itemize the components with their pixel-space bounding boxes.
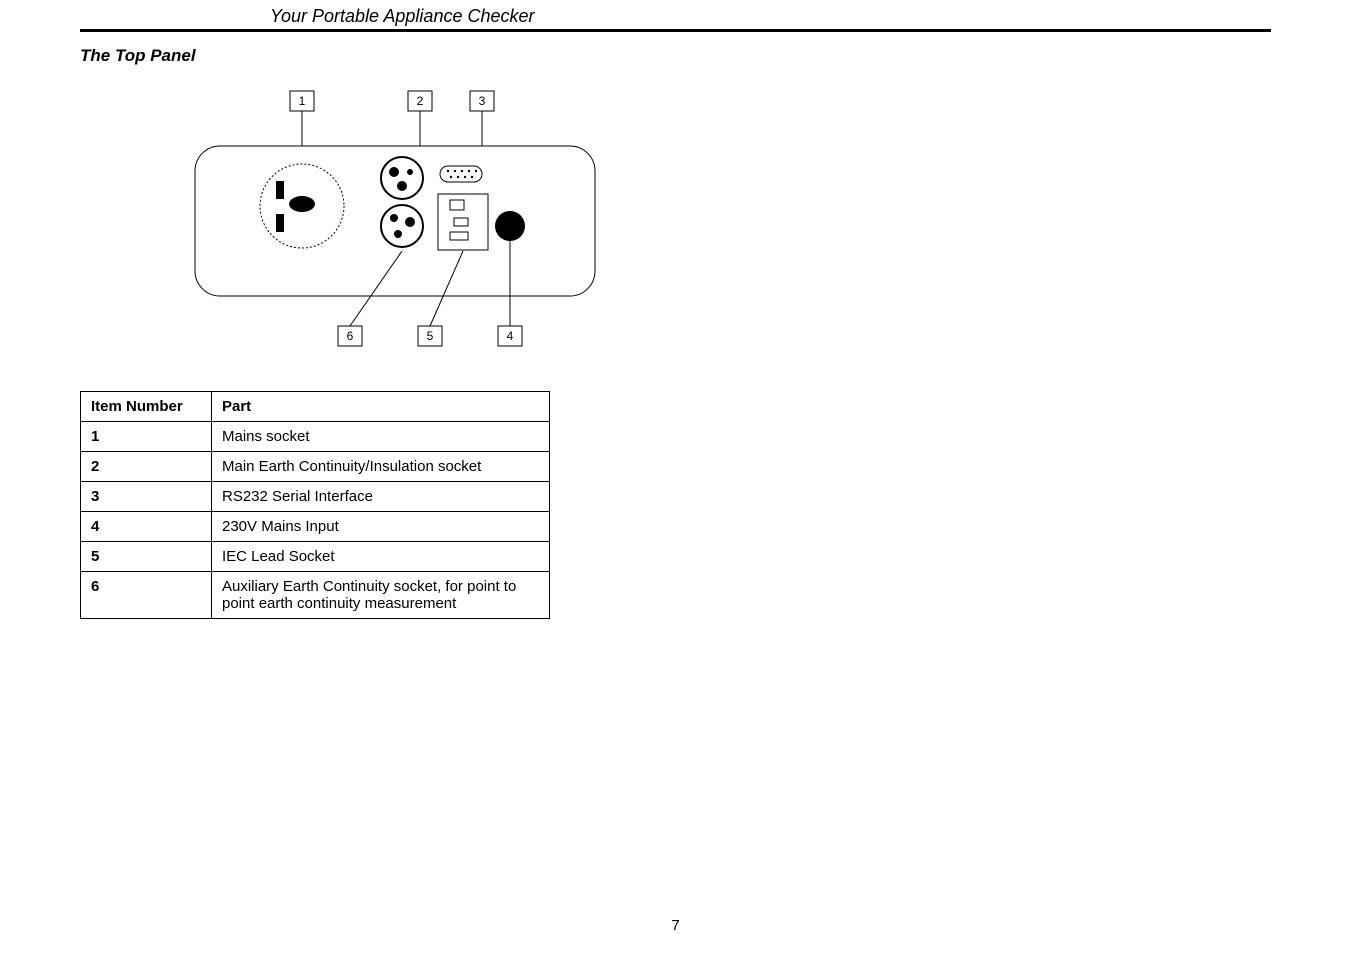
page-header: Your Portable Appliance Checker xyxy=(270,0,671,29)
table-cell-num: 5 xyxy=(81,542,212,572)
parts-table: Item Number Part 1 Mains socket 2 Main E… xyxy=(80,391,550,619)
table-cell-num: 6 xyxy=(81,572,212,619)
table-row: 1 Mains socket xyxy=(81,422,550,452)
diagram-label-2: 2 xyxy=(417,94,424,108)
document-page: Your Portable Appliance Checker The Top … xyxy=(0,0,1351,954)
table-cell-part: IEC Lead Socket xyxy=(212,542,550,572)
diagram-label-6: 6 xyxy=(347,329,354,343)
table-cell-num: 1 xyxy=(81,422,212,452)
aux-earth-socket-icon xyxy=(381,205,423,247)
table-head-row: Item Number Part xyxy=(81,392,550,422)
diagram-label-4: 4 xyxy=(507,329,514,343)
diagram-label-1: 1 xyxy=(299,94,306,108)
header-area: Your Portable Appliance Checker xyxy=(270,0,671,29)
table-head-item: Item Number xyxy=(81,392,212,422)
table-cell-num: 4 xyxy=(81,512,212,542)
top-panel-diagram: 1 2 3 xyxy=(150,86,610,366)
header-rule xyxy=(80,29,1271,32)
diagram-label-3: 3 xyxy=(479,94,486,108)
table-cell-num: 2 xyxy=(81,452,212,482)
table-cell-part: 230V Mains Input xyxy=(212,512,550,542)
table-head-part: Part xyxy=(212,392,550,422)
table-row: 3 RS232 Serial Interface xyxy=(81,482,550,512)
table-cell-part: RS232 Serial Interface xyxy=(212,482,550,512)
iec-mains-block xyxy=(438,194,488,250)
table-row: 2 Main Earth Continuity/Insulation socke… xyxy=(81,452,550,482)
page-number: 7 xyxy=(0,917,1351,934)
mains-input-icon xyxy=(495,211,525,241)
section-title: The Top Panel xyxy=(80,46,1271,66)
table-cell-part: Main Earth Continuity/Insulation socket xyxy=(212,452,550,482)
table-row: 5 IEC Lead Socket xyxy=(81,542,550,572)
table-cell-part: Mains socket xyxy=(212,422,550,452)
table-cell-num: 3 xyxy=(81,482,212,512)
diagram-label-5: 5 xyxy=(427,329,434,343)
earth-continuity-socket-icon xyxy=(381,157,423,199)
table-cell-part: Auxiliary Earth Continuity socket, for p… xyxy=(212,572,550,619)
rs232-icon xyxy=(440,166,482,182)
table-row: 4 230V Mains Input xyxy=(81,512,550,542)
table-row: 6 Auxiliary Earth Continuity socket, for… xyxy=(81,572,550,619)
